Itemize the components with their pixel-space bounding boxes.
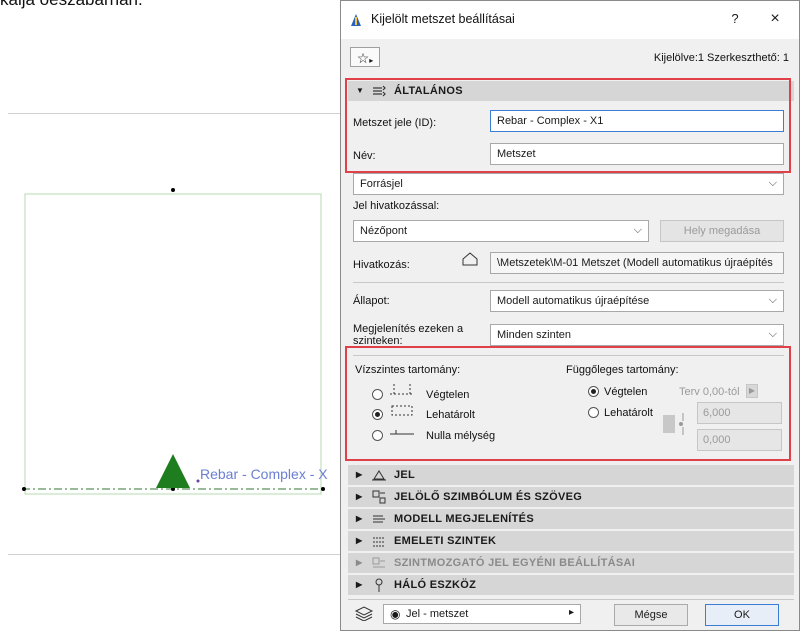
section-header-label: SZINTMOZGATÓ JEL EGYÉNI BEÁLLÍTÁSAI — [394, 557, 636, 569]
ref-marker-value: Nézőpont — [360, 225, 408, 237]
vertical-range-icon — [663, 413, 684, 435]
show-on-label: Megjelenítés ezeken a szinteken: — [353, 323, 464, 345]
section-header[interactable]: ▶ HÁLÓ ESZKÖZ — [348, 575, 794, 595]
reference-label: Hivatkozás: — [353, 259, 410, 271]
v-from-arrow[interactable]: ▶ — [746, 384, 758, 398]
reference-field[interactable]: \Metszetek\M-01 Metszet (Modell automati… — [490, 252, 784, 274]
cancel-button[interactable]: Mégse — [614, 604, 688, 626]
v-limited-label: Lehatárolt — [604, 407, 653, 419]
favorites-button[interactable]: ☆▸ — [350, 47, 380, 67]
source-marker-value: Forrásjel — [360, 178, 403, 190]
model-display-icon — [373, 515, 385, 523]
ref-marker-label: Jel hivatkozással: — [353, 200, 440, 212]
zero-depth-icon — [390, 430, 414, 435]
section-header[interactable]: ▶ MODELL MEGJELENÍTÉS — [348, 509, 794, 529]
v-limited-radio[interactable] — [588, 407, 599, 418]
horizontal-range-title: Vízszintes tartomány: — [355, 364, 461, 376]
section-header-label: JELÖLŐ SZIMBÓLUM ÉS SZÖVEG — [394, 491, 583, 503]
section-header-label: EMELETI SZINTEK — [394, 535, 497, 547]
star-icon: ☆ — [356, 50, 370, 66]
show-on-value: Minden szinten — [497, 329, 571, 341]
divider — [353, 282, 784, 283]
divider — [353, 355, 784, 356]
chevron-down-icon: ⌵ — [768, 177, 777, 189]
v-top-field[interactable]: 6,000 — [697, 402, 782, 424]
collapsed-triangle-icon: ▶ — [356, 536, 363, 545]
status-dropdown[interactable]: Modell automatikus újraépítése ⌵ — [490, 290, 784, 312]
section-tool-icon — [351, 14, 361, 26]
layer-dropdown[interactable]: ◉ Jel - metszet ▸ — [383, 604, 581, 624]
section-settings-dialog: Kijelölt metszet beállításai ? × ☆▸ Kije… — [340, 0, 800, 631]
section-header-label: MODELL MEGJELENÍTÉS — [394, 513, 534, 525]
h-infinite-radio[interactable] — [372, 389, 383, 400]
section-header[interactable]: ▶ JEL — [348, 465, 794, 485]
v-infinite-label: Végtelen — [604, 386, 648, 398]
highlight-general — [345, 78, 791, 173]
v-bottom-field[interactable]: 0,000 — [697, 429, 782, 451]
v-from-label: Terv 0,00-tól — [679, 386, 740, 398]
h-zero-radio[interactable] — [372, 430, 383, 441]
chevron-down-icon: ⌵ — [768, 294, 777, 306]
story-levels-icon — [373, 537, 385, 547]
section-header[interactable]: ▶ SZINTMOZGATÓ JEL EGYÉNI BEÁLLÍTÁSAI — [348, 553, 794, 573]
chevron-right-icon: ▸ — [568, 607, 574, 618]
collapsed-triangle-icon: ▶ — [356, 470, 363, 479]
h-zero-label: Nulla mélység — [426, 430, 496, 442]
status-label: Állapot: — [353, 295, 390, 307]
section-label: Rebar - Complex - X — [200, 466, 328, 482]
section-header[interactable]: ▶ EMELETI SZINTEK — [348, 531, 794, 551]
symbol-text-icon — [372, 490, 386, 504]
collapsed-triangle-icon: ▶ — [356, 492, 363, 501]
ok-button[interactable]: OK — [705, 604, 779, 626]
layer-value: Jel - metszet — [406, 608, 469, 620]
background-text: kaija oeszabarhan. — [0, 0, 143, 10]
help-button[interactable]: ? — [725, 9, 745, 29]
section-header[interactable]: ▶ JELÖLŐ SZIMBÓLUM ÉS SZÖVEG — [348, 487, 794, 507]
close-button[interactable]: × — [763, 9, 787, 29]
limited-depth-icon — [391, 405, 413, 416]
v-infinite-radio[interactable] — [588, 386, 599, 397]
place-button[interactable]: Hely megadása — [660, 220, 784, 242]
status-value: Modell automatikus újraépítése — [497, 295, 650, 307]
infinite-depth-icon — [390, 384, 414, 395]
reference-home-icon[interactable] — [462, 252, 478, 266]
eye-icon: ◉ — [390, 607, 401, 621]
grid-tool-icon — [375, 578, 383, 592]
chevron-down-icon: ⌵ — [633, 224, 642, 236]
ref-marker-dropdown[interactable]: Nézőpont ⌵ — [353, 220, 649, 242]
chevron-right-icon: ▸ — [369, 56, 374, 65]
layers-icon — [354, 606, 374, 621]
drawing-canvas[interactable] — [8, 113, 348, 555]
vertical-range-title: Függőleges tartomány: — [566, 364, 679, 376]
chevron-down-icon: ⌵ — [768, 328, 777, 340]
canvas-drawing — [22, 188, 326, 495]
collapsed-triangle-icon: ▶ — [356, 558, 363, 567]
show-on-dropdown[interactable]: Minden szinten ⌵ — [490, 324, 784, 346]
h-limited-label: Lehatárolt — [426, 409, 475, 421]
marker-icon — [372, 470, 386, 481]
title-bar[interactable]: Kijelölt metszet beállításai ? × — [341, 1, 799, 39]
collapsed-triangle-icon: ▶ — [356, 514, 363, 523]
level-marker-icon — [372, 557, 385, 568]
h-infinite-label: Végtelen — [426, 389, 470, 401]
selection-info: Kijelölve:1 Szerkeszthető: 1 — [653, 52, 789, 64]
collapsed-triangle-icon: ▶ — [356, 580, 363, 589]
section-header-label: JEL — [394, 469, 416, 481]
source-marker-dropdown[interactable]: Forrásjel ⌵ — [353, 173, 784, 195]
section-header-label: HÁLÓ ESZKÖZ — [394, 579, 477, 591]
h-limited-radio[interactable] — [372, 409, 383, 420]
divider — [348, 599, 794, 600]
dialog-title: Kijelölt metszet beállításai — [371, 12, 515, 26]
